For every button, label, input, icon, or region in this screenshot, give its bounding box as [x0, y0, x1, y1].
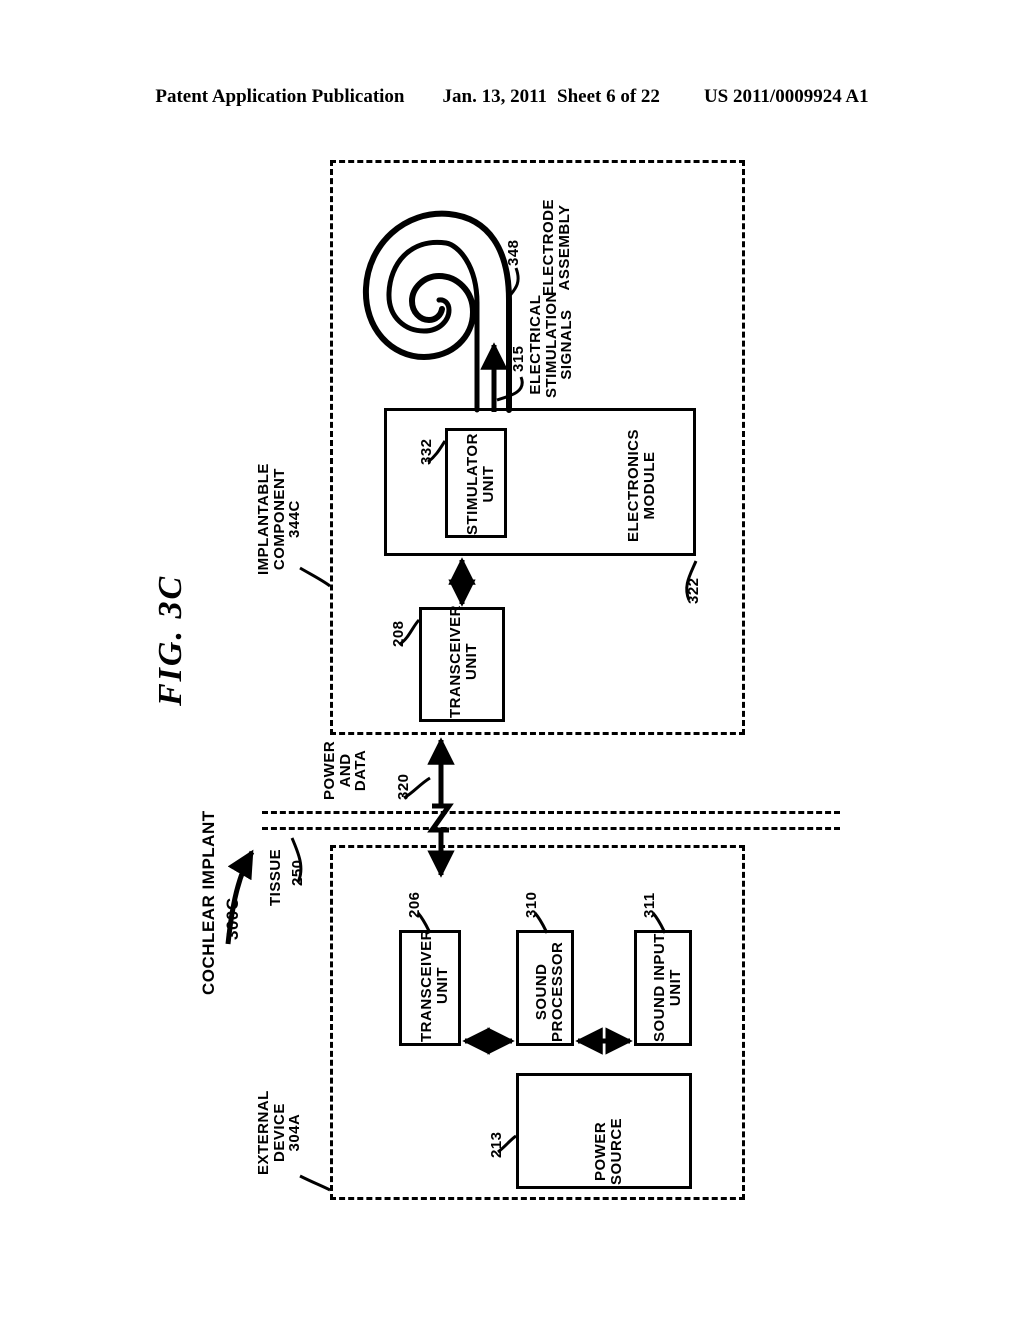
implant-transceiver-unit-box: TRANSCEIVER UNIT: [419, 604, 505, 722]
figure-title: FIG. 3C: [152, 574, 189, 706]
implant-transceiver-unit-ref: 208: [390, 620, 407, 647]
cochlear-implant-ref: 300C: [223, 897, 242, 940]
stimulation-signals-ref: 315: [510, 345, 527, 372]
external-device-leader: [299, 1174, 331, 1192]
sound-processor-box: SOUND PROCESSOR: [516, 930, 574, 1046]
tissue-boundary-lower: [262, 827, 840, 830]
power-source-label: POWER SOURCE: [592, 1117, 625, 1185]
electronics-module-ref: 322: [685, 577, 702, 604]
implant-transceiver-unit-label: TRANSCEIVER UNIT: [447, 604, 480, 718]
power-and-data-ref: 320: [395, 773, 412, 800]
stimulator-unit-box: STIMULATOR UNIT: [445, 428, 507, 538]
external-transceiver-unit-ref: 206: [406, 891, 423, 918]
sound-processor-label: SOUND PROCESSOR: [533, 941, 566, 1042]
power-source-box: POWER SOURCE: [516, 1073, 692, 1189]
electrode-assembly-ref: 348: [505, 239, 522, 266]
electrode-assembly-label: ELECTRODE ASSEMBLY: [540, 198, 573, 296]
sound-input-unit-ref: 311: [641, 892, 658, 918]
external-transceiver-unit-box: TRANSCEIVER UNIT: [399, 928, 461, 1046]
stimulator-unit-ref: 332: [418, 438, 435, 465]
implantable-component-leader: [299, 566, 331, 588]
power-source-ref: 213: [488, 1131, 505, 1158]
figure-3c: FIG. 3C COCHLEAR IMPLANT 300C IMPLANTABL…: [0, 0, 1024, 1320]
implantable-component-label: IMPLANTABLE COMPONENT 344C: [255, 463, 304, 575]
tissue-ref: 250: [289, 859, 306, 886]
sound-input-unit-box: SOUND INPUT UNIT: [634, 930, 692, 1046]
external-device-label: EXTERNAL DEVICE 304A: [255, 1090, 304, 1175]
tissue-boundary-upper: [262, 811, 840, 814]
power-and-data-label: POWER AND DATA: [321, 740, 370, 800]
external-transceiver-unit-label: TRANSCEIVER UNIT: [418, 928, 451, 1042]
stimulation-signals-label: ELECTRICAL STIMULATION SIGNALS: [527, 291, 576, 398]
tissue-label: TISSUE: [267, 848, 284, 906]
cochlear-implant-label: COCHLEAR IMPLANT: [199, 810, 218, 995]
sound-processor-ref: 310: [523, 891, 540, 918]
sound-input-unit-label: SOUND INPUT UNIT: [651, 933, 684, 1042]
electronics-module-box: ELECTRONICS MODULE: [384, 408, 696, 556]
electronics-module-label: ELECTRONICS MODULE: [625, 428, 658, 542]
stimulator-unit-label: STIMULATOR UNIT: [464, 433, 497, 535]
